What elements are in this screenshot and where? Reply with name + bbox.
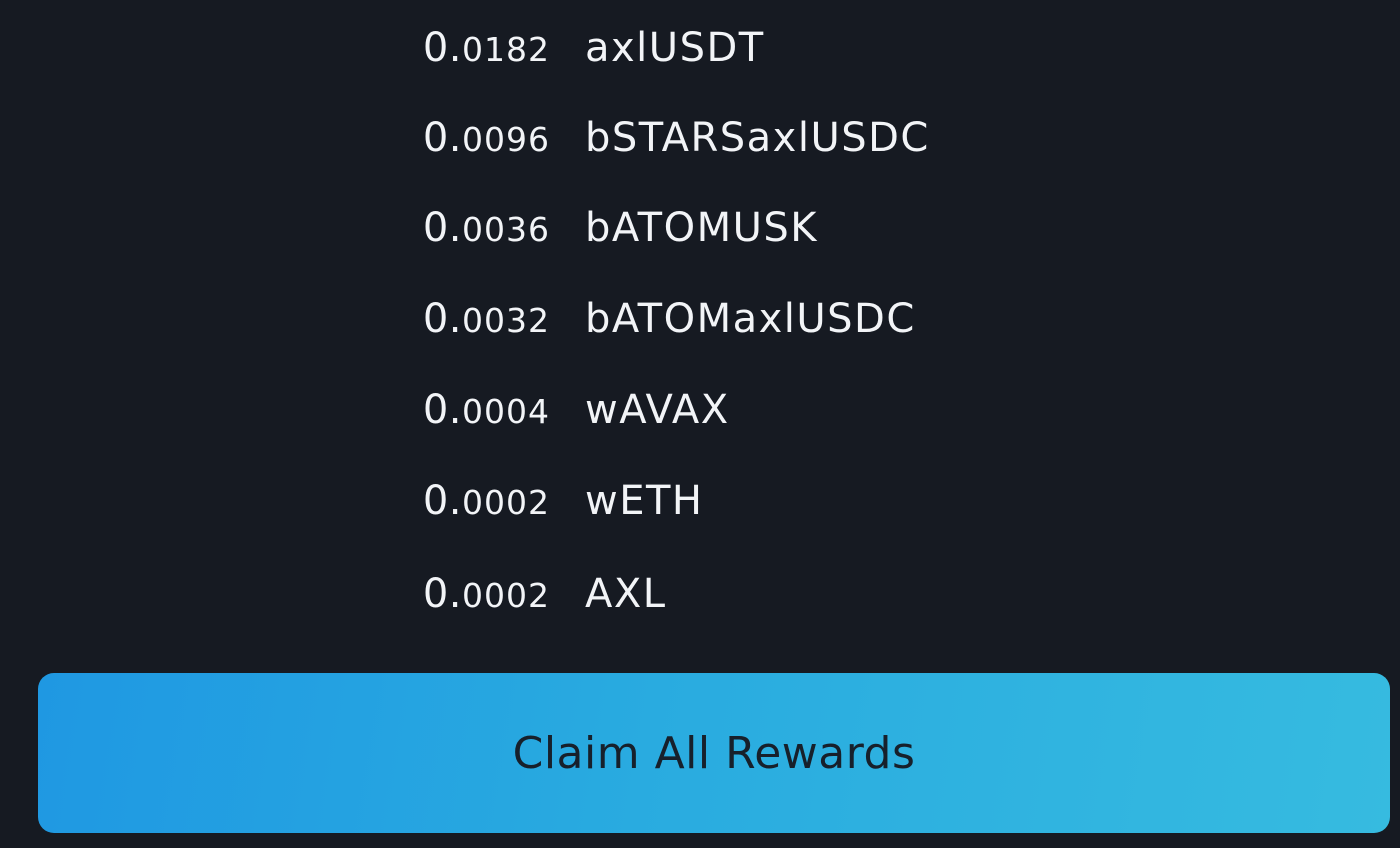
reward-amount-integer: 0. (422, 571, 463, 617)
claim-all-rewards-label: Claim All Rewards (512, 727, 916, 779)
reward-amount-fraction: 0096 (462, 120, 550, 159)
reward-token: wETH (585, 478, 704, 524)
reward-token: axlUSDT (585, 25, 765, 71)
reward-amount-fraction: 0002 (462, 576, 550, 615)
reward-token: bATOMaxlUSDC (585, 296, 916, 342)
reward-amount-integer: 0. (422, 296, 463, 342)
reward-amount-fraction: 0036 (462, 210, 550, 249)
reward-amount: 0.0096 (423, 118, 550, 158)
reward-amount: 0.0182 (423, 28, 550, 68)
reward-token: bATOMUSK (585, 205, 818, 251)
reward-token: wAVAX (585, 387, 730, 433)
reward-list: 0.0182 axlUSDT 0.0096 bSTARSaxlUSDC 0.00… (0, 0, 1400, 660)
reward-row: 0.0032 bATOMaxlUSDC (0, 274, 1400, 364)
reward-row: 0.0036 bATOMUSK (0, 183, 1400, 273)
reward-amount-fraction: 0004 (462, 392, 550, 431)
reward-amount-integer: 0. (422, 205, 463, 251)
reward-amount: 0.0004 (423, 390, 550, 430)
reward-row: 0.0182 axlUSDT (0, 3, 1400, 93)
reward-amount: 0.0002 (423, 574, 550, 614)
reward-row: 0.0004 wAVAX (0, 365, 1400, 455)
reward-amount-integer: 0. (422, 115, 463, 161)
reward-amount-integer: 0. (422, 25, 463, 71)
reward-token: bSTARSaxlUSDC (585, 115, 930, 161)
reward-token: AXL (585, 571, 667, 617)
claim-all-rewards-button[interactable]: Claim All Rewards (38, 673, 1390, 833)
reward-amount-fraction: 0182 (462, 30, 550, 69)
reward-amount: 0.0002 (423, 481, 550, 521)
reward-amount: 0.0032 (423, 299, 550, 339)
reward-amount-fraction: 0002 (462, 483, 550, 522)
reward-amount-fraction: 0032 (462, 301, 550, 340)
reward-row: 0.0002 wETH (0, 456, 1400, 546)
reward-amount: 0.0036 (423, 208, 550, 248)
reward-amount-integer: 0. (422, 387, 463, 433)
reward-row: 0.0096 bSTARSaxlUSDC (0, 93, 1400, 183)
reward-amount-integer: 0. (422, 478, 463, 524)
reward-row: 0.0002 AXL (0, 549, 1400, 639)
